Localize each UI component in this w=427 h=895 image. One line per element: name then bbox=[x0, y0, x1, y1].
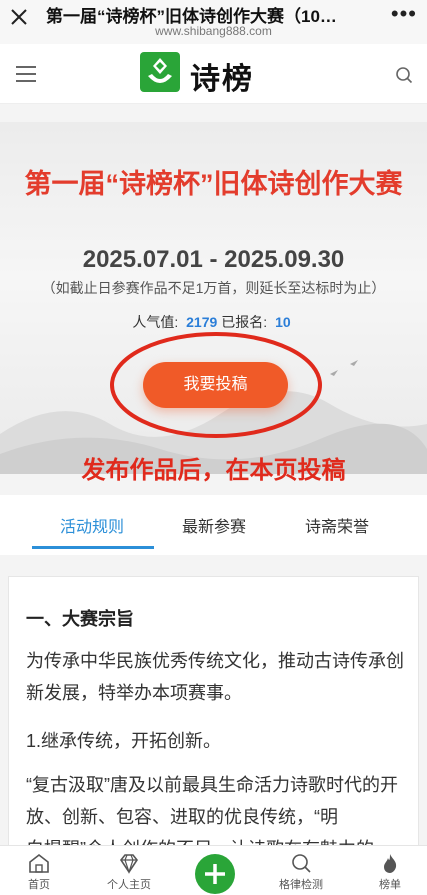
search-icon[interactable] bbox=[395, 66, 413, 84]
tab-rules[interactable]: 活动规则 bbox=[60, 513, 124, 537]
fire-icon bbox=[384, 854, 397, 873]
site-logo[interactable]: 诗榜 bbox=[140, 52, 290, 96]
rules-paragraph-1: 为传承中华民族优秀传统文化，推动古诗传承创新发展，特举办本项赛事。 bbox=[26, 651, 404, 703]
search-icon bbox=[292, 854, 311, 873]
contest-dates: 2025.07.01 - 2025.09.30 bbox=[82, 246, 345, 273]
annotation-text: 发布作品后，在本页投稿 bbox=[81, 457, 346, 484]
menu-icon[interactable] bbox=[16, 66, 36, 82]
nav-meter-check-label: 格律检测 bbox=[279, 879, 323, 891]
tab-latest-entries[interactable]: 最新参赛 bbox=[182, 513, 246, 537]
signup-label: 已报名: bbox=[221, 314, 268, 330]
nav-home-label: 首页 bbox=[28, 879, 50, 891]
contest-banner: 第一届“诗榜杯”旧体诗创作大赛 2025.07.01 - 2025.09.30 … bbox=[0, 122, 427, 474]
rules-paragraph-2: 1.继承传统，开拓创新。 bbox=[26, 731, 222, 751]
popularity-value: 2179 bbox=[186, 314, 218, 330]
nav-rankings-label: 榜单 bbox=[379, 879, 401, 891]
nav-profile-label: 个人主页 bbox=[107, 879, 151, 891]
section-heading: 一、大赛宗旨 bbox=[26, 609, 134, 629]
home-icon bbox=[29, 853, 49, 873]
logo-text: 诗榜 bbox=[190, 63, 254, 96]
more-options-icon[interactable]: ••• bbox=[391, 3, 417, 25]
diamond-icon bbox=[120, 854, 138, 874]
submit-entry-button[interactable]: 我要投稿 bbox=[143, 362, 288, 408]
active-tab-indicator bbox=[32, 546, 154, 549]
nav-meter-check[interactable]: 格律检测 bbox=[266, 852, 336, 892]
browser-top-bar: 第一届“诗榜杯”旧体诗创作大赛（10… www.shibang888.com •… bbox=[0, 0, 427, 44]
rules-content: 一、大赛宗旨 为传承中华民族优秀传统文化，推动古诗传承创新发展，特举办本项赛事。… bbox=[8, 576, 419, 876]
nav-profile[interactable]: 个人主页 bbox=[94, 852, 164, 892]
signup-value: 10 bbox=[275, 314, 291, 330]
nav-home[interactable]: 首页 bbox=[4, 852, 74, 892]
contest-title: 第一届“诗榜杯”旧体诗创作大赛 bbox=[24, 169, 403, 199]
contest-note: （如截止日参赛作品不足1万首，则延长至达标时为止） bbox=[41, 280, 386, 296]
contest-stats: 人气值: 2179 已报名: 10 bbox=[0, 312, 427, 332]
nav-rankings[interactable]: 榜单 bbox=[355, 852, 425, 892]
tab-honors[interactable]: 诗斋荣誉 bbox=[305, 513, 369, 537]
popularity-label: 人气值: bbox=[132, 314, 179, 330]
site-header: 诗榜 bbox=[0, 44, 427, 104]
bottom-navigation: 首页 个人主页 格律检测 榜单 bbox=[0, 845, 427, 895]
page-url: www.shibang888.com bbox=[155, 24, 272, 38]
rules-paragraph-3: “复古汲取”唐及以前最具生命活力诗歌时代的开放、创新、包容、进取的优良传统，“明 bbox=[26, 775, 398, 827]
logo-mark-icon bbox=[140, 52, 180, 92]
tab-bar: 活动规则 最新参赛 诗斋荣誉 bbox=[0, 495, 427, 555]
plus-icon[interactable] bbox=[195, 854, 235, 894]
